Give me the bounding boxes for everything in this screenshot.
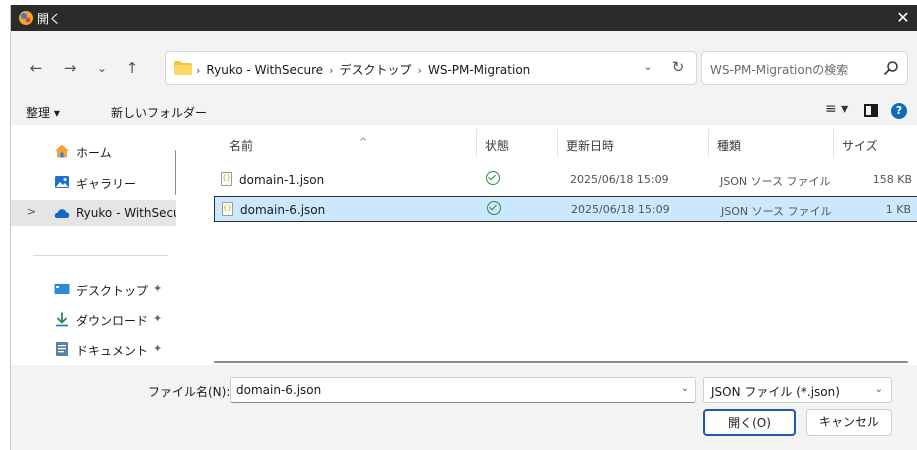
json-file-icon — [222, 202, 233, 216]
expand-chevron-icon[interactable]: > — [27, 205, 36, 218]
app-icon — [19, 11, 33, 25]
column-header-type[interactable]: 種類 — [709, 125, 833, 159]
sidebar-item-home[interactable]: ホーム — [11, 138, 176, 164]
command-bar: 整理 ▾ 新しいフォルダー ≡ ▾ ? — [11, 97, 917, 125]
sidebar-item-onedrive[interactable]: > Ryuko - WithSecu — [11, 200, 176, 226]
column-header-size[interactable]: サイズ — [834, 125, 917, 159]
file-type: JSON ソース ファイル — [721, 205, 832, 218]
sidebar-item-documents[interactable]: ドキュメント ✦ — [11, 336, 176, 362]
breadcrumb-item[interactable]: Ryuko - WithSecure — [206, 63, 323, 77]
json-file-icon — [221, 172, 232, 186]
download-icon — [56, 312, 68, 327]
breadcrumb-separator[interactable]: › — [418, 64, 422, 77]
forward-button[interactable]: → — [59, 57, 81, 79]
back-button[interactable]: ← — [25, 57, 47, 79]
refresh-button[interactable]: ↻ — [668, 58, 688, 76]
pin-icon: ✦ — [153, 312, 163, 325]
column-header-status[interactable]: 状態 — [477, 125, 557, 159]
column-header-name[interactable]: 名前 ^ — [214, 125, 476, 159]
file-size: 1 KB — [885, 203, 911, 216]
file-type: JSON ソース ファイル — [720, 175, 831, 188]
document-icon — [56, 342, 68, 356]
content-area: ホーム ギャラリー > Ryuko - WithSecu デスクトップ ✦ ダウ… — [11, 125, 917, 365]
breadcrumb-item[interactable]: WS-PM-Migration — [428, 63, 530, 77]
chevron-down-icon[interactable]: ⌄ — [681, 383, 689, 394]
close-button[interactable]: ✕ — [888, 5, 917, 31]
sidebar-item-label: ダウンロード — [76, 314, 149, 328]
open-file-dialog: 開く ✕ ← → ⌄ ↑ › Ryuko - WithSecure › デスクトップ ›… — [10, 5, 917, 450]
title-bar: 開く ✕ — [11, 5, 917, 31]
file-date: 2025/06/18 15:09 — [570, 173, 669, 186]
cancel-button[interactable]: キャンセル — [806, 409, 892, 436]
file-type-select[interactable]: JSON ファイル (*.json) ⌄ — [703, 377, 892, 403]
sidebar-item-label: ギャラリー — [76, 177, 137, 191]
up-button[interactable]: ↑ — [121, 57, 143, 79]
breadcrumb: › Ryuko - WithSecure › デスクトップ › WS-PM-Migrati… — [196, 61, 530, 78]
file-size: 158 KB — [872, 173, 912, 186]
column-header-label: サイズ — [842, 139, 878, 153]
column-header-label: 更新日時 — [566, 139, 615, 153]
horizontal-scrollbar[interactable] — [214, 361, 908, 363]
view-options-button[interactable]: ≡ ▾ — [825, 101, 848, 117]
sidebar-scrollbar[interactable] — [175, 150, 176, 195]
filename-label: ファイル名(N): — [148, 385, 231, 399]
chevron-down-icon: ⌄ — [874, 384, 883, 395]
sort-ascending-icon: ^ — [359, 137, 368, 148]
navigation-pane: ホーム ギャラリー > Ryuko - WithSecu デスクトップ ✦ ダウ… — [11, 125, 176, 365]
sync-status-ok-icon — [486, 171, 500, 185]
address-dropdown-button[interactable]: ⌄ — [640, 60, 656, 73]
column-header-label: 状態 — [485, 139, 510, 153]
file-type-value: JSON ファイル (*.json) — [711, 385, 840, 399]
pin-icon: ✦ — [153, 342, 163, 355]
desktop-icon — [54, 284, 70, 294]
recent-locations-button[interactable]: ⌄ — [91, 57, 113, 79]
sync-status-ok-icon — [487, 201, 501, 215]
file-row-selected[interactable]: domain-6.json 2025/06/18 15:09 JSON ソース … — [214, 196, 917, 222]
new-folder-button[interactable]: 新しいフォルダー — [111, 104, 207, 121]
sidebar-item-label: Ryuko - WithSecu — [76, 206, 176, 220]
dialog-footer: ファイル名(N): domain-6.json ⌄ JSON ファイル (*.j… — [11, 365, 917, 450]
breadcrumb-separator: › — [196, 64, 201, 77]
address-bar[interactable]: › Ryuko - WithSecure › デスクトップ › WS-PM-Migrati… — [165, 51, 697, 85]
filename-input[interactable]: domain-6.json ⌄ — [230, 377, 696, 403]
sidebar-item-gallery[interactable]: ギャラリー — [11, 169, 176, 195]
file-name: domain-1.json — [239, 173, 325, 187]
sidebar-divider — [33, 255, 168, 256]
cloud-icon — [54, 209, 70, 218]
file-list: 名前 ^ 状態 更新日時 種類 サイズ domain-1.json — [204, 125, 917, 365]
file-date: 2025/06/18 15:09 — [571, 203, 670, 216]
folder-icon — [174, 61, 192, 75]
preview-pane-icon[interactable] — [864, 104, 878, 117]
breadcrumb-separator[interactable]: › — [329, 64, 333, 77]
sidebar-item-label: ホーム — [76, 146, 112, 160]
search-placeholder: WS-PM-Migrationの検索 — [710, 63, 849, 77]
sidebar-item-desktop[interactable]: デスクトップ ✦ — [11, 276, 176, 302]
sidebar-item-label: ドキュメント — [76, 344, 149, 358]
home-icon — [55, 144, 69, 158]
file-row[interactable]: domain-1.json 2025/06/18 15:09 JSON ソース … — [214, 167, 917, 193]
column-header-label: 種類 — [717, 139, 742, 153]
open-button[interactable]: 開く(O) — [703, 409, 796, 436]
breadcrumb-item[interactable]: デスクトップ — [340, 63, 412, 77]
filename-value: domain-6.json — [236, 383, 322, 397]
pin-icon: ✦ — [153, 282, 163, 295]
sidebar-item-downloads[interactable]: ダウンロード ✦ — [11, 306, 176, 332]
column-header-date[interactable]: 更新日時 — [558, 125, 708, 159]
search-input[interactable]: WS-PM-Migrationの検索 — [701, 51, 908, 85]
gallery-icon — [55, 176, 69, 188]
file-name: domain-6.json — [240, 203, 326, 217]
help-icon[interactable]: ? — [891, 103, 907, 119]
sidebar-item-label: デスクトップ — [76, 284, 149, 298]
resize-grip[interactable] — [910, 442, 916, 448]
organize-menu-button[interactable]: 整理 ▾ — [26, 104, 60, 121]
navigation-bar: ← → ⌄ ↑ › Ryuko - WithSecure › デスクトップ › WS-PM… — [11, 31, 917, 97]
column-header-label: 名前 — [229, 139, 254, 153]
search-icon — [884, 61, 898, 75]
window-title: 開く — [37, 12, 62, 26]
background-strip-left — [0, 0, 10, 450]
